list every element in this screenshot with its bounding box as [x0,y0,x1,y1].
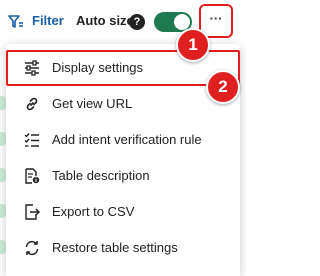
checklist-icon [24,133,39,147]
more-options-button[interactable]: ··· [199,4,233,38]
menu-item-label: Restore table settings [52,240,178,255]
help-icon[interactable]: ? [129,14,145,30]
refresh-icon [25,240,39,256]
menu-item-label: Get view URL [52,96,133,111]
menu-item-label: Table description [52,168,150,183]
filter-button[interactable]: Filter [32,13,64,28]
document-info-icon [25,168,40,184]
menu-item-export-to-csv[interactable]: Export to CSV [6,194,240,230]
export-icon [25,204,40,220]
sliders-icon [25,60,39,76]
menu-item-label: Display settings [52,60,144,75]
table-options-menu: Display settings Get view URL Add intent… [6,44,240,276]
menu-item-label: Add intent verification rule [52,132,202,147]
menu-item-table-description[interactable]: Table description [6,158,240,194]
menu-item-get-view-url[interactable]: Get view URL [6,86,240,122]
menu-item-label: Export to CSV [52,204,135,219]
filter-icon[interactable] [8,15,24,29]
app-viewport: Filter Auto size ? ··· Display settings [0,0,246,276]
link-icon [26,97,38,111]
menu-item-add-intent-verification-rule[interactable]: Add intent verification rule [6,122,240,158]
menu-item-restore-table-settings[interactable]: Restore table settings [6,230,240,266]
table-toolbar: Filter Auto size ? ··· [0,0,246,44]
callout-badge-1: 1 [176,28,210,62]
callout-badge-2: 2 [206,70,240,104]
autosize-label: Auto size [76,13,134,28]
